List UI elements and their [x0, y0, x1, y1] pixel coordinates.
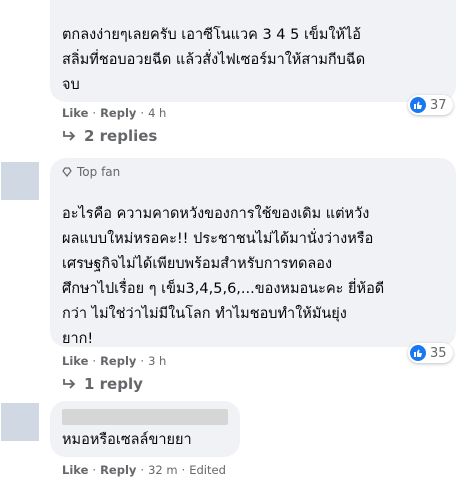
- thumbs-up-icon: [410, 97, 426, 113]
- badge-label: Top fan: [77, 165, 121, 179]
- comment-bubble: Top fan อะไรคือ ความคาดหวังของการใช้ของเ…: [50, 158, 456, 347]
- top-fan-badge[interactable]: Top fan: [62, 165, 120, 179]
- reply-link[interactable]: Reply: [100, 354, 136, 368]
- comment-time[interactable]: 3 h: [148, 354, 166, 368]
- comment-text-line: จบ: [62, 77, 80, 93]
- diamond-icon: [62, 167, 72, 177]
- separator-dot: ·: [181, 463, 186, 477]
- reply-link[interactable]: Reply: [100, 463, 136, 477]
- reaction-count-value: 35: [430, 345, 447, 361]
- like-link[interactable]: Like: [62, 463, 88, 477]
- reaction-count-value: 37: [430, 97, 447, 113]
- comment-time[interactable]: 32 m: [148, 463, 178, 477]
- comment-text-line: ศึกษาไปเรื่อย ๆ เข็ม3,4,5,6,...ของหมอนะค…: [62, 281, 385, 297]
- comment-text-line: สลิ่มที่ชอบอวยฉีด แล้วสั่งไฟเซอร์มาให้สา…: [62, 52, 366, 68]
- edited-label: Edited: [189, 463, 226, 477]
- like-link[interactable]: Like: [62, 106, 88, 120]
- separator-dot: ·: [92, 463, 97, 477]
- separator-dot: ·: [92, 106, 97, 120]
- reaction-count[interactable]: 37: [408, 95, 453, 115]
- reply-link[interactable]: Reply: [100, 106, 136, 120]
- comment-bubble: ตกลงง่ายๆเลยครับ เอาซีโนแวค 3 4 5 เข็มให…: [50, 0, 456, 102]
- replies-label: 1 reply: [84, 375, 143, 393]
- comment-text-line: หมอหรือเซลล์ขายยา: [62, 432, 192, 448]
- comment-text-line: ยาก!: [62, 331, 94, 347]
- separator-dot: ·: [92, 354, 97, 368]
- reaction-count[interactable]: 35: [408, 343, 453, 363]
- replies-label: 2 replies: [84, 127, 158, 145]
- comment-text-line: อะไรคือ ความคาดหวังของการใช้ของเดิม แต่ห…: [62, 206, 370, 222]
- separator-dot: ·: [140, 463, 145, 477]
- author-name[interactable]: [62, 409, 228, 425]
- reply-arrow-icon: [63, 131, 76, 141]
- comment-actions: Like · Reply · 32 m · Edited: [62, 463, 226, 477]
- view-replies-link[interactable]: 2 replies: [62, 127, 157, 145]
- comment-actions: Like · Reply · 3 h: [62, 354, 166, 368]
- avatar[interactable]: [1, 162, 39, 200]
- avatar[interactable]: [1, 403, 39, 441]
- comment-time[interactable]: 4 h: [148, 106, 166, 120]
- comment-text-line: กว่า ไม่ใช่ว่าไม่มีในโลก ทำไมชอบทำให้มัน…: [62, 306, 347, 322]
- comment-text-line: เศรษฐกิจไม่ได้เพียบพร้อมสำหรับการทดลอง: [62, 256, 333, 272]
- separator-dot: ·: [140, 106, 145, 120]
- like-link[interactable]: Like: [62, 354, 88, 368]
- comment-text-line: ผลแบบใหม่หรอคะ!! ประชาชนไม่ได้มานั่งว่าง…: [62, 231, 374, 247]
- view-replies-link[interactable]: 1 reply: [62, 375, 143, 393]
- comment-actions: Like · Reply · 4 h: [62, 106, 166, 120]
- thumbs-up-icon: [410, 345, 426, 361]
- comment-bubble: หมอหรือเซลล์ขายยา: [50, 401, 240, 457]
- comment-text-line: ตกลงง่ายๆเลยครับ เอาซีโนแวค 3 4 5 เข็มให…: [62, 27, 362, 43]
- separator-dot: ·: [140, 354, 145, 368]
- reply-arrow-icon: [63, 379, 76, 389]
